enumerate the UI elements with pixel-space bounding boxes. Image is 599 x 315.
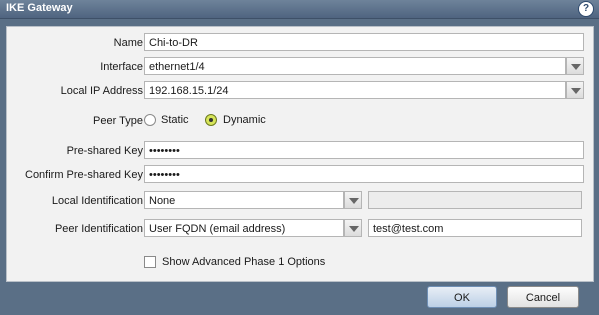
- peer-type-static-radio[interactable]: [144, 114, 156, 126]
- psk-label: Pre-shared Key: [66, 145, 143, 157]
- confirm-psk-row: Confirm Pre-shared Key ••••••••: [7, 165, 593, 185]
- local-id-select[interactable]: None: [144, 191, 344, 209]
- local-ip-select[interactable]: 192.168.15.1/24: [144, 81, 566, 99]
- psk-input[interactable]: ••••••••: [144, 141, 584, 159]
- advanced-row: Show Advanced Phase 1 Options: [7, 254, 593, 274]
- chevron-down-icon[interactable]: [344, 191, 362, 209]
- interface-row: Interface ethernet1/4: [7, 57, 593, 77]
- local-id-row: Local Identification None: [7, 191, 593, 211]
- peer-type-label: Peer Type: [93, 115, 143, 127]
- name-row: Name Chi-to-DR: [7, 33, 593, 53]
- psk-row: Pre-shared Key ••••••••: [7, 141, 593, 161]
- title-bar: IKE Gateway ?: [0, 0, 599, 19]
- local-ip-row: Local IP Address 192.168.15.1/24: [7, 81, 593, 101]
- local-ip-label: Local IP Address: [60, 85, 143, 97]
- ike-gateway-dialog: IKE Gateway ? Name Chi-to-DR Interface e…: [0, 0, 599, 315]
- confirm-psk-label: Confirm Pre-shared Key: [25, 169, 143, 181]
- name-label: Name: [113, 37, 143, 49]
- cancel-button[interactable]: Cancel: [507, 286, 579, 308]
- help-icon[interactable]: ?: [578, 1, 594, 17]
- peer-id-label: Peer Identification: [54, 223, 143, 235]
- local-id-value-input[interactable]: [368, 191, 582, 209]
- name-input[interactable]: Chi-to-DR: [144, 33, 584, 51]
- dialog-title: IKE Gateway: [6, 2, 73, 14]
- form-panel: Name Chi-to-DR Interface ethernet1/4 Loc…: [6, 26, 594, 282]
- peer-type-dynamic-radio[interactable]: [205, 114, 217, 126]
- confirm-psk-input[interactable]: ••••••••: [144, 165, 584, 183]
- interface-label: Interface: [100, 61, 143, 73]
- advanced-options-checkbox[interactable]: [144, 256, 156, 268]
- peer-type-static-label[interactable]: Static: [161, 114, 189, 126]
- chevron-down-icon[interactable]: [566, 81, 584, 99]
- peer-id-row: Peer Identification User FQDN (email add…: [7, 219, 593, 239]
- peer-type-row: Peer Type Static Dynamic: [7, 111, 593, 131]
- chevron-down-icon[interactable]: [344, 219, 362, 237]
- peer-type-dynamic-label[interactable]: Dynamic: [223, 114, 266, 126]
- interface-select[interactable]: ethernet1/4: [144, 57, 566, 75]
- ok-button[interactable]: OK: [427, 286, 497, 308]
- peer-id-value-input[interactable]: test@test.com: [368, 219, 582, 237]
- local-id-label: Local Identification: [51, 195, 143, 207]
- peer-id-select[interactable]: User FQDN (email address): [144, 219, 344, 237]
- advanced-options-label[interactable]: Show Advanced Phase 1 Options: [162, 256, 325, 268]
- chevron-down-icon[interactable]: [566, 57, 584, 75]
